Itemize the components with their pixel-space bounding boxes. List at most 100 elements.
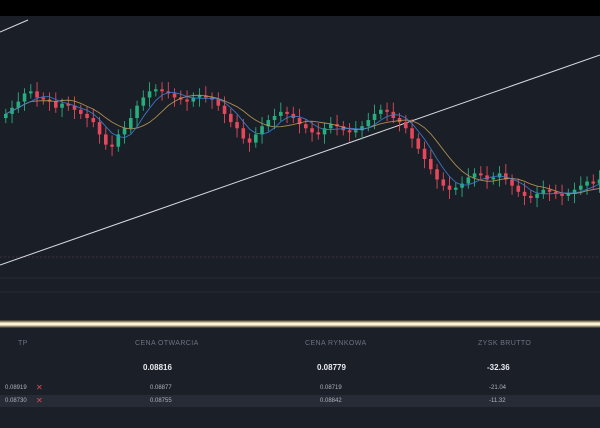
- candle-body: [454, 187, 458, 190]
- price-chart[interactable]: [0, 16, 600, 320]
- candle: [160, 82, 164, 101]
- candle: [479, 166, 483, 181]
- candle: [35, 82, 39, 107]
- candle: [447, 176, 452, 199]
- candle: [535, 186, 539, 208]
- moving-average-fast: [5, 92, 600, 195]
- candle: [329, 116, 333, 134]
- candle-body: [379, 109, 383, 114]
- candle: [260, 116, 264, 144]
- candle: [385, 102, 389, 122]
- candle-body: [110, 144, 114, 147]
- candle-body: [585, 181, 589, 186]
- candle-body: [160, 89, 164, 92]
- candle: [347, 123, 352, 142]
- close-icon[interactable]: ✕: [36, 383, 43, 392]
- candle-body: [35, 91, 39, 98]
- candle-body: [429, 159, 433, 170]
- candle: [166, 82, 171, 99]
- row-open-price: 0.08755: [150, 398, 172, 404]
- candle: [547, 184, 552, 202]
- candle: [285, 106, 289, 124]
- candle: [229, 108, 233, 128]
- candle-body: [416, 138, 421, 149]
- candle: [4, 108, 8, 124]
- candle-body: [579, 185, 583, 190]
- candle-body: [347, 130, 352, 133]
- candle: [510, 174, 514, 195]
- summary-market-price: 0.08779: [317, 363, 346, 372]
- candle: [566, 188, 571, 202]
- candle: [122, 121, 127, 144]
- header-open-price: CENA OTWARCIA: [135, 340, 199, 347]
- candle-body: [385, 109, 389, 112]
- candle-body: [491, 177, 496, 180]
- candle-body: [241, 128, 246, 139]
- candle-body: [366, 120, 371, 127]
- trendline: [0, 19, 29, 33]
- top-bar: [0, 0, 600, 16]
- candle: [110, 135, 114, 156]
- candle-body: [216, 99, 221, 106]
- candle-body: [529, 195, 533, 198]
- candle-body: [247, 138, 252, 143]
- candle-body: [510, 179, 514, 186]
- candle-body: [472, 173, 477, 178]
- candle: [104, 127, 108, 150]
- candle-body: [154, 89, 158, 92]
- candle: [379, 104, 383, 120]
- candle-body: [79, 109, 83, 114]
- candle-body: [29, 91, 33, 94]
- candle-body: [422, 148, 427, 159]
- candle: [466, 168, 471, 189]
- candle-body: [172, 93, 177, 98]
- candle-body: [97, 122, 102, 135]
- row-gross-profit: -21.04: [489, 385, 507, 391]
- candle-body: [522, 191, 527, 196]
- candle: [416, 133, 421, 154]
- candle-body: [272, 115, 277, 121]
- candle: [322, 123, 327, 144]
- candle: [47, 92, 52, 111]
- candle: [435, 164, 439, 189]
- candle-body: [516, 185, 521, 192]
- candle: [197, 88, 202, 107]
- candle: [191, 92, 196, 107]
- candle: [147, 82, 152, 107]
- header-market-price: CENA RYNKOWA: [305, 340, 367, 347]
- position-row[interactable]: 0.08730 ✕ 0.08755 0.08842 -11.32: [0, 395, 600, 407]
- candle-body: [129, 118, 133, 129]
- candle-body: [135, 105, 139, 118]
- trendline: [0, 54, 600, 266]
- candle-body: [141, 97, 146, 106]
- candle: [210, 92, 214, 109]
- header-gross-profit: ZYSK BRUTTO: [478, 340, 532, 347]
- close-icon[interactable]: ✕: [36, 396, 43, 405]
- candle: [72, 96, 77, 120]
- candle-body: [466, 177, 471, 184]
- candle-body: [316, 132, 321, 135]
- candle: [541, 180, 546, 199]
- candle: [391, 102, 396, 124]
- candle: [429, 149, 433, 175]
- candle-body: [447, 185, 452, 190]
- position-row[interactable]: 0.08919 ✕ 0.08877 0.08719 -21.04: [0, 382, 600, 394]
- candle: [491, 172, 496, 185]
- candle: [79, 104, 83, 120]
- row-market-price: 0.08719: [320, 385, 342, 391]
- candle: [54, 92, 58, 113]
- candle-body: [310, 128, 314, 133]
- panel-divider[interactable]: [0, 320, 600, 328]
- candle-body: [354, 130, 358, 133]
- candle-body: [410, 128, 414, 139]
- row-market-price: 0.08842: [320, 398, 342, 404]
- candle: [141, 90, 146, 111]
- candle: [454, 182, 458, 195]
- candle-body: [229, 113, 233, 123]
- candle-body: [222, 105, 227, 114]
- candle-body: [435, 169, 439, 180]
- candle: [422, 141, 427, 169]
- candle: [29, 84, 33, 99]
- candle-body: [329, 124, 333, 129]
- candle: [585, 176, 589, 195]
